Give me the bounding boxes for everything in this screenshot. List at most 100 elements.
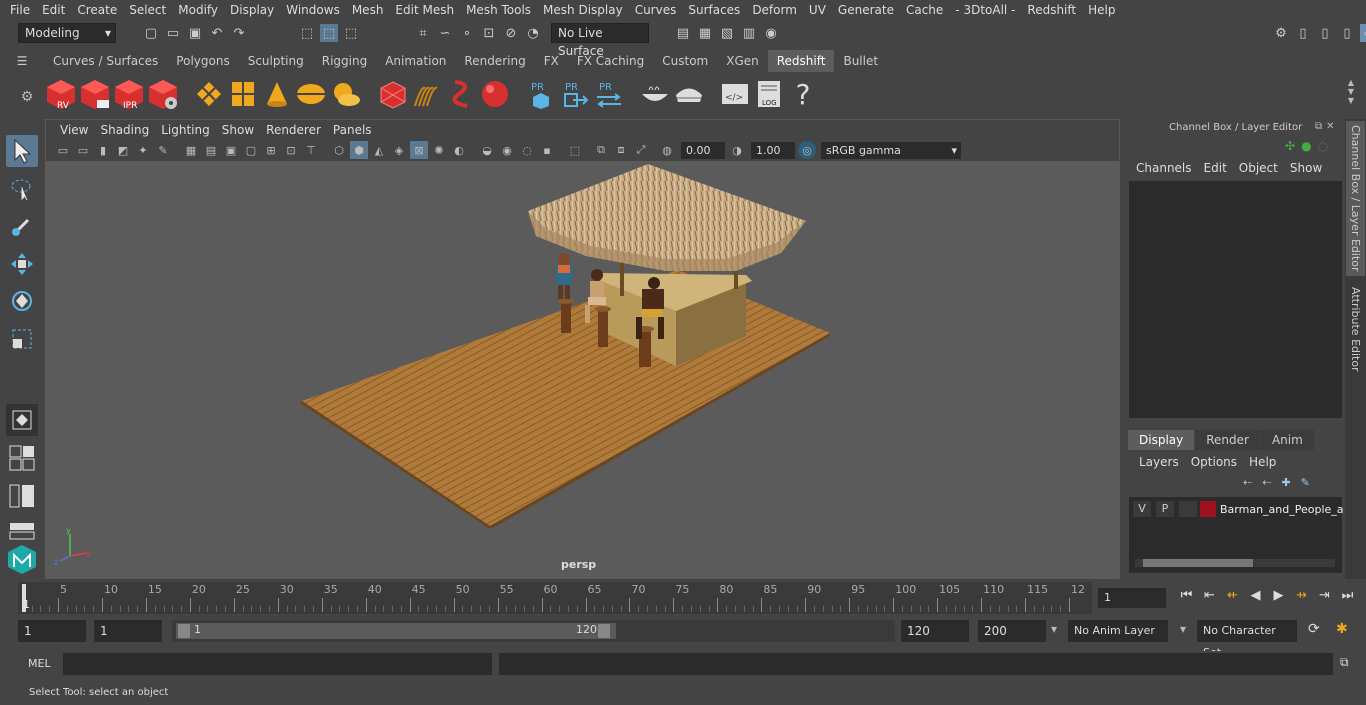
new-scene-icon[interactable]: ▢: [142, 24, 160, 42]
snap-live-icon[interactable]: ◔: [524, 24, 542, 42]
play-backward-icon[interactable]: ◀: [1244, 588, 1267, 603]
menu-surfaces[interactable]: Surfaces: [682, 3, 746, 17]
time-ruler[interactable]: 5 10 15 20 25 30 35 40 45 50 55 60 65 70 75 80 85 90 95 100…: [18, 582, 1092, 614]
shelf-menu-icon[interactable]: ☰: [0, 50, 44, 72]
range-grip-left-icon[interactable]: [178, 624, 190, 638]
menu-mesh[interactable]: Mesh: [346, 3, 390, 17]
snap-curve-icon[interactable]: ∽: [436, 24, 454, 42]
layer-tab-display[interactable]: Display: [1128, 430, 1195, 450]
new-layer-icon[interactable]: ✚: [1281, 476, 1290, 489]
menu-cache[interactable]: Cache: [900, 3, 949, 17]
redshift-dome-button[interactable]: [294, 77, 328, 111]
colorspace-dropdown[interactable]: sRGB gamma ▾: [821, 141, 961, 159]
go-to-end-icon[interactable]: ⏭: [1336, 588, 1359, 603]
maya-logo-icon[interactable]: [6, 543, 38, 575]
outliner-layout-icon[interactable]: [6, 480, 38, 512]
viewport-menu-panels[interactable]: Panels: [327, 123, 378, 137]
shelf-tab-xgen[interactable]: XGen: [717, 50, 768, 72]
redshift-proxy-button[interactable]: [376, 77, 410, 111]
select-hierarchy-icon[interactable]: ⬚: [298, 24, 316, 42]
animation-start-field[interactable]: 1: [18, 620, 86, 642]
green-dot-icon[interactable]: ●: [1301, 139, 1311, 153]
menu-modify[interactable]: Modify: [172, 3, 224, 17]
hypershade-icon[interactable]: ◉: [762, 24, 780, 42]
range-grip-right-icon[interactable]: [598, 624, 610, 638]
attr-toggle-icon[interactable]: ◌: [1318, 139, 1328, 153]
viewport-menu-shading[interactable]: Shading: [94, 123, 155, 137]
live-surface-field[interactable]: No Live Surface: [551, 23, 649, 58]
film-gate-icon[interactable]: ▤: [202, 141, 220, 159]
exposure-icon[interactable]: ◍: [658, 141, 676, 159]
shelf-tab-sculpting[interactable]: Sculpting: [239, 50, 313, 72]
xray-icon[interactable]: ⬚: [566, 141, 584, 159]
shadows-icon[interactable]: ✺: [430, 141, 448, 159]
render-settings-icon[interactable]: ▥: [740, 24, 758, 42]
menu-deform[interactable]: Deform: [746, 3, 803, 17]
menu-help[interactable]: Help: [1082, 3, 1121, 17]
xray-joints-icon[interactable]: ⧉: [592, 141, 610, 159]
redshift-bowl-button[interactable]: [638, 77, 672, 111]
select-object-icon[interactable]: ⬚: [320, 24, 338, 42]
float-panel-icon[interactable]: ⧉: [1315, 121, 1322, 132]
mode-dropdown[interactable]: Modeling ▾: [18, 23, 116, 43]
use-lights-icon[interactable]: ⊠: [410, 141, 428, 159]
shelf-tab-rigging[interactable]: Rigging: [313, 50, 376, 72]
redshift-rv-button[interactable]: RV: [44, 77, 78, 111]
shelf-tab-bullet[interactable]: Bullet: [834, 50, 887, 72]
anti-alias-icon[interactable]: ◉: [498, 141, 516, 159]
redshift-curve-button[interactable]: [444, 77, 478, 111]
layer-tab-anim[interactable]: Anim: [1260, 430, 1314, 450]
redo-icon[interactable]: ↷: [230, 24, 248, 42]
menu-3dtoall[interactable]: - 3DtoAll -: [949, 3, 1021, 17]
channel-box-menu-edit[interactable]: Edit: [1198, 161, 1233, 175]
step-back-frame-icon[interactable]: ⇷: [1221, 588, 1244, 603]
snap-surface-icon[interactable]: ⊘: [502, 24, 520, 42]
workspace-icon[interactable]: ⚙: [1272, 24, 1290, 42]
gamma-icon[interactable]: ◑: [728, 141, 746, 159]
layer-menu-options[interactable]: Options: [1185, 455, 1243, 469]
anim-prefs-icon[interactable]: ✱: [1336, 621, 1348, 637]
snap-view-icon[interactable]: ⊡: [480, 24, 498, 42]
motion-blur-icon[interactable]: ◒: [478, 141, 496, 159]
layer-visibility-toggle[interactable]: V: [1133, 501, 1151, 517]
step-forward-frame-icon[interactable]: ⇸: [1290, 588, 1313, 603]
toggle-panel2-icon[interactable]: ▯: [1316, 24, 1334, 42]
image-plane-icon[interactable]: ◩: [114, 141, 132, 159]
layer-display-type[interactable]: [1179, 501, 1197, 517]
construction-history-icon[interactable]: ▤: [674, 24, 692, 42]
menu-redshift[interactable]: Redshift: [1021, 3, 1082, 17]
layer-menu-help[interactable]: Help: [1243, 455, 1282, 469]
snap-grid-icon[interactable]: ⌗: [414, 24, 432, 42]
current-frame-field[interactable]: 1: [1098, 588, 1166, 608]
snap-point-icon[interactable]: ∘: [458, 24, 476, 42]
layer-menu-layers[interactable]: Layers: [1133, 455, 1185, 469]
menu-file[interactable]: File: [4, 3, 36, 17]
layer-playback-toggle[interactable]: P: [1156, 501, 1174, 517]
chevron-down-icon[interactable]: ▾: [1180, 622, 1186, 636]
go-to-start-icon[interactable]: ⏮: [1175, 588, 1198, 603]
character-set-dropdown[interactable]: No Character Set: [1197, 620, 1297, 659]
textured-icon[interactable]: ◈: [390, 141, 408, 159]
playback-end-field[interactable]: 120: [901, 620, 969, 642]
layer-tab-render[interactable]: Render: [1195, 430, 1260, 450]
range-slider-handle[interactable]: 1 120: [176, 623, 616, 639]
menu-edit-mesh[interactable]: Edit Mesh: [389, 3, 460, 17]
viewport-menu-show[interactable]: Show: [216, 123, 260, 137]
field-chart-icon[interactable]: ⊞: [262, 141, 280, 159]
redshift-pr-swap-button[interactable]: PR: [592, 77, 626, 111]
safe-action-icon[interactable]: ⊡: [282, 141, 300, 159]
single-pane-layout-icon[interactable]: [6, 442, 38, 474]
grease-pencil-icon[interactable]: ✎: [154, 141, 172, 159]
resolution-gate-icon[interactable]: ▣: [222, 141, 240, 159]
menu-select[interactable]: Select: [123, 3, 172, 17]
axis-toggle-icon[interactable]: ✣: [1285, 139, 1295, 153]
menu-generate[interactable]: Generate: [832, 3, 900, 17]
redshift-pr-cube-button[interactable]: PR: [524, 77, 558, 111]
rotate-tool-icon[interactable]: [6, 285, 38, 317]
xray-active-icon[interactable]: ⧈: [612, 141, 630, 159]
select-component-icon[interactable]: ⬚: [342, 24, 360, 42]
menu-create[interactable]: Create: [71, 3, 123, 17]
camera-attr-icon[interactable]: ▭: [74, 141, 92, 159]
menu-display[interactable]: Display: [224, 3, 280, 17]
redshift-sun-button[interactable]: [328, 77, 362, 111]
